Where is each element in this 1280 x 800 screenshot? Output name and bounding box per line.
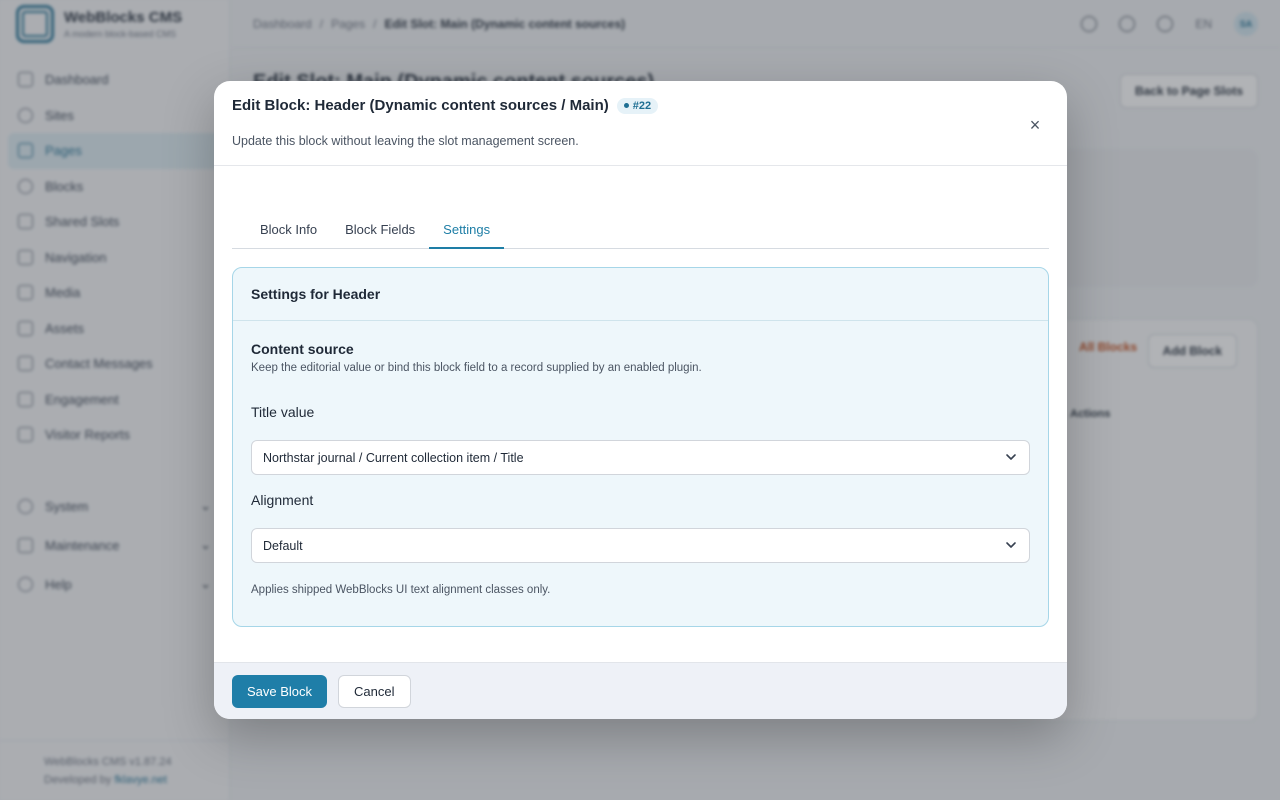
content-source-title: Content source: [251, 341, 354, 357]
chevron-down-icon: [1006, 542, 1016, 548]
chevron-down-icon: [1006, 454, 1016, 460]
cancel-button[interactable]: Cancel: [338, 674, 411, 708]
edit-block-modal: Edit Block: Header (Dynamic content sour…: [214, 81, 1067, 719]
tab-block-info[interactable]: Block Info: [246, 214, 331, 249]
settings-panel-header: Settings for Header: [233, 268, 1048, 321]
title-value-label: Title value: [251, 404, 315, 420]
title-value-select[interactable]: Northstar journal / Current collection i…: [251, 440, 1030, 475]
modal-body: Block Info Block Fields Settings Setting…: [214, 214, 1067, 627]
content-source-description: Keep the editorial value or bind this bl…: [251, 362, 702, 374]
title-value-selected: Northstar journal / Current collection i…: [263, 450, 524, 465]
tab-settings[interactable]: Settings: [429, 214, 505, 249]
alignment-selected: Default: [263, 538, 303, 553]
modal-title-row: Edit Block: Header (Dynamic content sour…: [232, 97, 1049, 114]
modal-footer: Save Block Cancel: [214, 662, 1067, 719]
alignment-select[interactable]: Default: [251, 528, 1030, 563]
modal-tabs: Block Info Block Fields Settings: [232, 214, 1049, 249]
close-icon[interactable]: ×: [1025, 115, 1045, 135]
modal-header: Edit Block: Header (Dynamic content sour…: [214, 81, 1067, 166]
tab-block-fields[interactable]: Block Fields: [331, 214, 429, 249]
settings-panel-body: Content source Keep the editorial value …: [233, 321, 1048, 596]
modal-subtitle: Update this block without leaving the sl…: [232, 134, 579, 148]
save-block-button[interactable]: Save Block: [232, 674, 328, 708]
alignment-label: Alignment: [251, 492, 314, 508]
block-id-badge: #22: [616, 97, 659, 114]
alignment-hint: Applies shipped WebBlocks UI text alignm…: [251, 584, 551, 596]
modal-title: Edit Block: Header (Dynamic content sour…: [232, 97, 609, 114]
settings-panel: Settings for Header Content source Keep …: [232, 267, 1049, 627]
